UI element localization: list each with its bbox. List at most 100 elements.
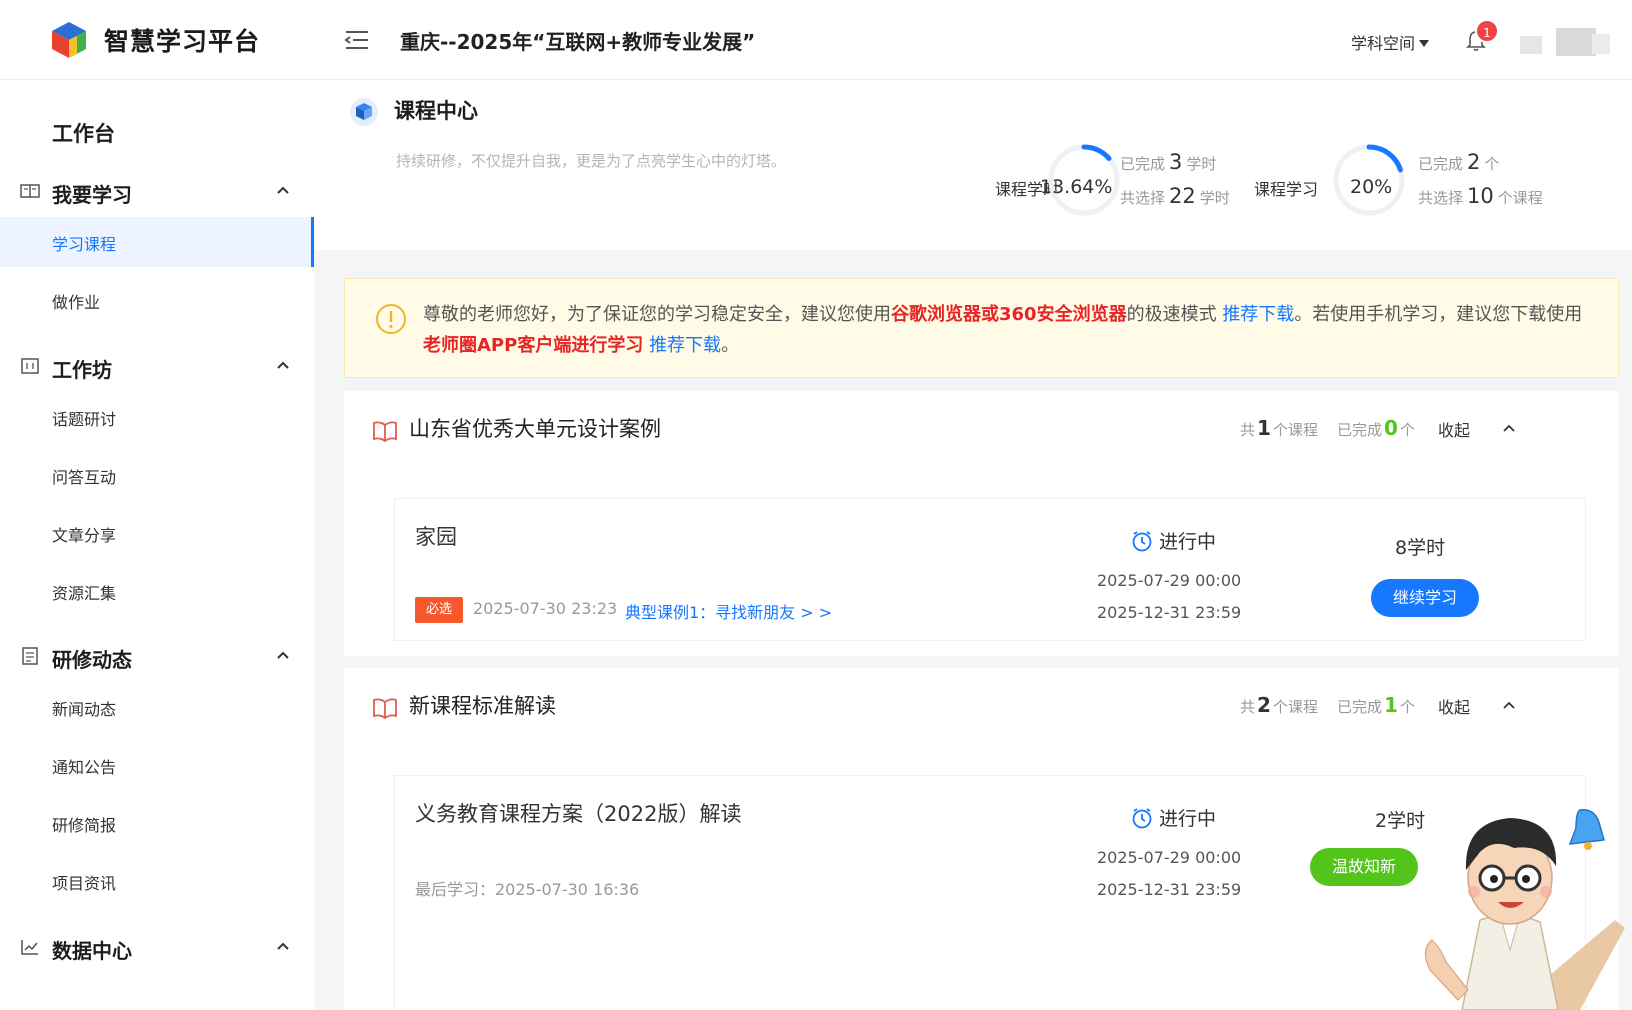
sidebar-item-briefing[interactable]: 研修简报: [0, 798, 314, 848]
sidebar-item-announcements[interactable]: 通知公告: [0, 740, 314, 790]
section-stats: 共 2 个课程 已完成 1 个: [1240, 693, 1415, 717]
last-study-time: 最后学习：2025-07-30 16:36: [415, 880, 640, 899]
course-status: 进行中: [1131, 804, 1216, 831]
last-study-time: 2025-07-30 23:23: [473, 599, 618, 618]
sidebar-item-workbench[interactable]: 工作台: [52, 118, 115, 148]
chevron-up-icon[interactable]: [1502, 423, 1516, 433]
chevron-up-icon: [277, 651, 289, 659]
review-button[interactable]: 温故知新: [1310, 848, 1418, 886]
continue-study-button[interactable]: 继续学习: [1371, 579, 1479, 617]
line-chart-icon: [21, 940, 38, 955]
caret-down-icon: [1419, 40, 1430, 47]
sidebar-item-topic-discussion[interactable]: 话题研讨: [0, 392, 314, 442]
course-card[interactable]: 家园 必选 2025-07-30 23:23 典型课例1：寻找新朋友 > > 进…: [394, 498, 1586, 641]
platform-logo[interactable]: [50, 20, 88, 60]
end-date: 2025-12-31 23:59: [1097, 603, 1242, 622]
bell-icon: [1568, 809, 1605, 850]
section-title: 新课程标准解读: [409, 694, 556, 718]
sidebar-item-homework[interactable]: 做作业: [0, 275, 314, 325]
sidebar-item-label: 学习课程: [52, 235, 117, 254]
recommend-download-link[interactable]: 推荐下载: [1222, 304, 1294, 325]
warning-info-icon: [376, 304, 406, 334]
page-header: 课程中心 持续研修，不仅提升自我，更是为了点亮学生心中的灯塔。 课程学时 13.…: [314, 80, 1632, 250]
collapse-button[interactable]: 收起: [1438, 417, 1470, 441]
menu-toggle-icon[interactable]: [344, 28, 370, 52]
course-section: 山东省优秀大单元设计案例 共 1 个课程 已完成 0 个 收起 家园 必选 2025-0…: [344, 391, 1619, 656]
status-text: 进行中: [1159, 531, 1217, 553]
courses-percent: 20%: [1350, 176, 1393, 198]
required-tag: 必选: [415, 597, 463, 623]
course-dates: 2025-07-29 00:00 2025-12-31 23:59: [1097, 842, 1241, 906]
hours-selected: 共选择 22 学时: [1120, 184, 1230, 208]
sidebar-item-label: 文章分享: [52, 526, 117, 545]
course-title[interactable]: 家园: [415, 521, 457, 551]
sidebar-group-training-news[interactable]: 研修动态: [0, 632, 314, 682]
course-status: 进行中: [1131, 527, 1216, 554]
subject-space-label: 学科空间: [1351, 34, 1416, 53]
book-open-icon: [20, 184, 40, 198]
end-date: 2025-12-31 23:59: [1097, 880, 1242, 899]
sidebar-item-label: 资源汇集: [52, 584, 117, 603]
open-book-icon: [373, 698, 397, 720]
collapse-button[interactable]: 收起: [1438, 694, 1470, 718]
sidebar-group-label: 数据中心: [52, 939, 132, 963]
courses-completed: 已完成 2 个: [1418, 150, 1500, 174]
sidebar-group-label: 研修动态: [52, 648, 132, 672]
page-subtitle: 持续研修，不仅提升自我，更是为了点亮学生心中的灯塔。: [396, 152, 787, 170]
sidebar-group-label: 我要学习: [52, 183, 132, 207]
sidebar-item-label: 项目资讯: [52, 874, 117, 893]
browser-notice-banner: 尊敬的老师您好，为了保证您的学习稳定安全，建议您使用谷歌浏览器或360安全浏览器…: [344, 278, 1619, 378]
sidebar-item-label: 做作业: [52, 293, 101, 312]
course-dates: 2025-07-29 00:00 2025-12-31 23:59: [1097, 565, 1241, 629]
course-hours: 8学时: [1395, 537, 1446, 559]
sidebar-group-my-learning[interactable]: 我要学习: [0, 167, 314, 217]
project-title: 重庆--2025年“互联网+教师专业发展”: [400, 30, 756, 54]
courses-selected: 共选择 10 个课程: [1418, 184, 1543, 208]
chevron-up-icon: [277, 186, 289, 194]
notice-text: 尊敬的老师您好，为了保证您的学习稳定安全，建议您使用谷歌浏览器或360安全浏览器…: [423, 304, 1583, 356]
clock-icon: [1132, 808, 1152, 829]
start-date: 2025-07-29 00:00: [1097, 848, 1242, 867]
sidebar-item-qa[interactable]: 问答互动: [0, 450, 314, 500]
sidebar-item-resources[interactable]: 资源汇集: [0, 566, 314, 616]
section-title: 山东省优秀大单元设计案例: [409, 417, 661, 441]
courses-stat-label: 课程学习: [1254, 180, 1319, 199]
chevron-up-icon: [277, 361, 289, 369]
brand-name: 智慧学习平台: [104, 27, 261, 56]
subject-space-dropdown[interactable]: 学科空间: [1351, 30, 1430, 54]
status-text: 进行中: [1159, 808, 1217, 830]
sidebar-item-label: 问答互动: [52, 468, 117, 487]
top-header: 智慧学习平台 重庆--2025年“互联网+教师专业发展” 学科空间 1: [0, 0, 1632, 80]
section-stats: 共 1 个课程 已完成 0 个: [1240, 416, 1415, 440]
sidebar-item-study-courses[interactable]: 学习课程: [0, 217, 314, 267]
sidebar-item-news[interactable]: 新闻动态: [0, 682, 314, 732]
course-card[interactable]: 义务教育课程方案（2022版）解读 最后学习：2025-07-30 16:36 …: [394, 775, 1586, 1010]
chevron-up-icon: [277, 942, 289, 950]
chevron-up-icon[interactable]: [1502, 700, 1516, 710]
hours-percent: 13.64%: [1040, 176, 1113, 198]
lesson-link[interactable]: 典型课例1：寻找新朋友 > >: [625, 599, 832, 623]
sidebar-item-label: 新闻动态: [52, 700, 117, 719]
sidebar-item-label: 话题研讨: [52, 410, 117, 429]
open-book-icon: [373, 421, 397, 443]
page-title: 课程中心: [394, 99, 478, 123]
recommend-download-app-link[interactable]: 推荐下载: [649, 335, 721, 356]
workshop-icon: [21, 358, 39, 374]
mascot-character-icon[interactable]: [1410, 800, 1632, 1010]
document-icon: [22, 647, 38, 665]
sidebar: 工作台 我要学习 学习课程 做作业 工作坊 话题研讨 问答互动 文章分享 资源汇…: [0, 80, 314, 1010]
course-cube-icon: [350, 98, 378, 126]
sidebar-item-project-info[interactable]: 项目资讯: [0, 856, 314, 906]
sidebar-group-workshop[interactable]: 工作坊: [0, 342, 314, 392]
start-date: 2025-07-29 00:00: [1097, 571, 1242, 590]
course-title[interactable]: 义务教育课程方案（2022版）解读: [415, 798, 741, 828]
sidebar-item-label: 通知公告: [52, 758, 117, 777]
sidebar-item-article-share[interactable]: 文章分享: [0, 508, 314, 558]
user-avatar[interactable]: [1520, 24, 1616, 58]
sidebar-group-label: 工作坊: [52, 358, 112, 382]
notification-badge: 1: [1475, 19, 1499, 43]
clock-icon: [1132, 531, 1152, 552]
hours-completed: 已完成 3 学时: [1120, 150, 1217, 174]
sidebar-item-label: 研修简报: [52, 816, 117, 835]
sidebar-group-data-center[interactable]: 数据中心: [0, 923, 314, 973]
